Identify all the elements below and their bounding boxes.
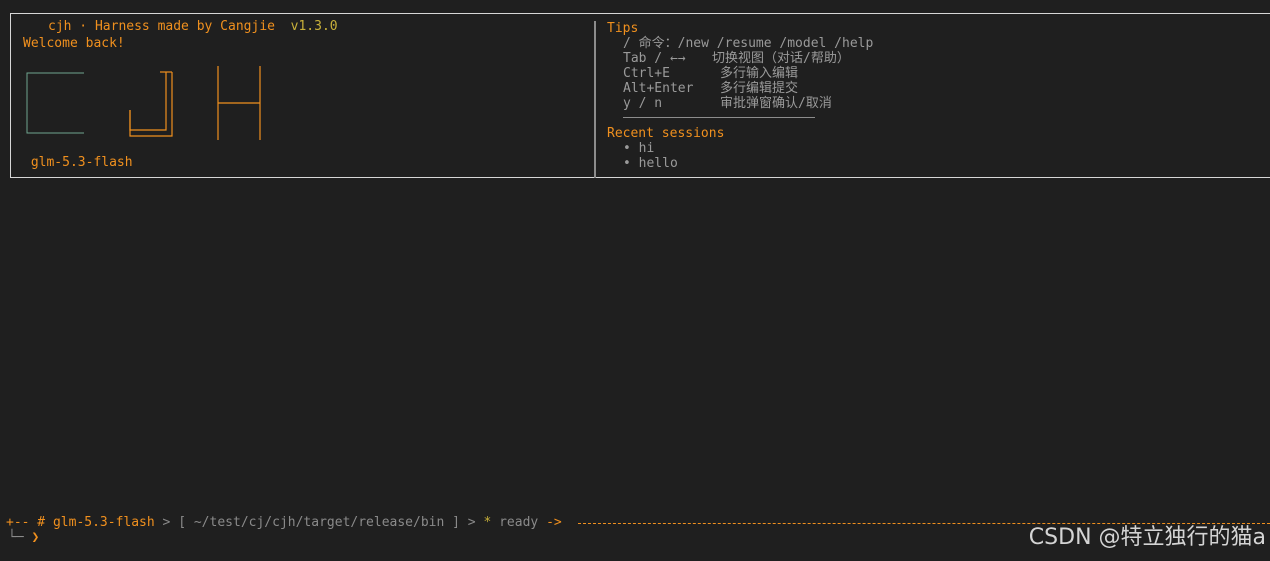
panel-title: cjh · Harness made by Cangjie v1.3.0 — [42, 19, 344, 35]
tip-desc: 审批弹窗确认/取消 — [720, 96, 832, 111]
status-prefix: +-- # — [6, 515, 53, 530]
prompt-symbol-icon: ❯ — [31, 530, 40, 545]
status-star-icon: * — [483, 515, 500, 530]
command-hint: / 命令：/new /resume /model /help — [623, 36, 874, 51]
status-separator: > — [154, 515, 179, 530]
tip-key: y / n — [623, 96, 663, 111]
tip-key: Tab / ←→ — [623, 51, 686, 66]
tip-row-y-n: y / n 审批弹窗确认/取消 — [623, 96, 832, 111]
panel-title-name: cjh · Harness made by Cangjie — [48, 19, 275, 34]
status-bar: +-- # glm-5.3-flash > [ ~/test/cj/cjh/ta… — [6, 515, 562, 531]
tip-key: Alt+Enter — [623, 81, 694, 96]
prompt-line[interactable]: └─ ❯ — [8, 530, 39, 546]
tip-row-ctrl-e: Ctrl+E 多行输入编辑 — [623, 66, 798, 81]
watermark: CSDN @特立独行的猫a — [1028, 525, 1266, 550]
panel-divider — [594, 21, 596, 178]
status-state: ready — [499, 515, 539, 530]
tip-desc: 切换视图（对话/帮助） — [712, 51, 850, 66]
tips-title: Tips — [607, 21, 639, 36]
tips-separator — [623, 117, 815, 118]
status-path: [ ~/test/cj/cjh/target/release/bin ] — [178, 515, 460, 530]
current-model: glm-5.3-flash — [23, 155, 133, 171]
status-separator: > — [459, 515, 484, 530]
status-arrow: -> — [538, 515, 562, 530]
status-model: glm-5.3-flash — [52, 515, 155, 530]
logo-letter-c — [26, 72, 84, 134]
cjh-logo — [26, 66, 261, 140]
model-name: glm-5.3-flash — [30, 155, 133, 170]
logo-letter-h — [217, 66, 261, 140]
tip-row-alt-enter: Alt+Enter 多行编辑提交 — [623, 81, 798, 96]
recent-session-item[interactable]: • hi — [623, 141, 654, 156]
recent-sessions-title: Recent sessions — [607, 126, 725, 141]
tip-desc: 多行输入编辑 — [720, 66, 799, 81]
prompt-corner: └─ — [8, 530, 24, 545]
tip-row-tab: Tab / ←→ 切换视图（对话/帮助） — [623, 51, 850, 66]
recent-session-item[interactable]: • hello — [623, 156, 678, 171]
tip-key: Ctrl+E — [623, 66, 670, 81]
version-label: v1.3.0 — [290, 19, 338, 34]
welcome-text: Welcome back! — [23, 36, 125, 51]
tip-desc: 多行编辑提交 — [720, 81, 799, 96]
logo-letter-j — [129, 71, 173, 137]
